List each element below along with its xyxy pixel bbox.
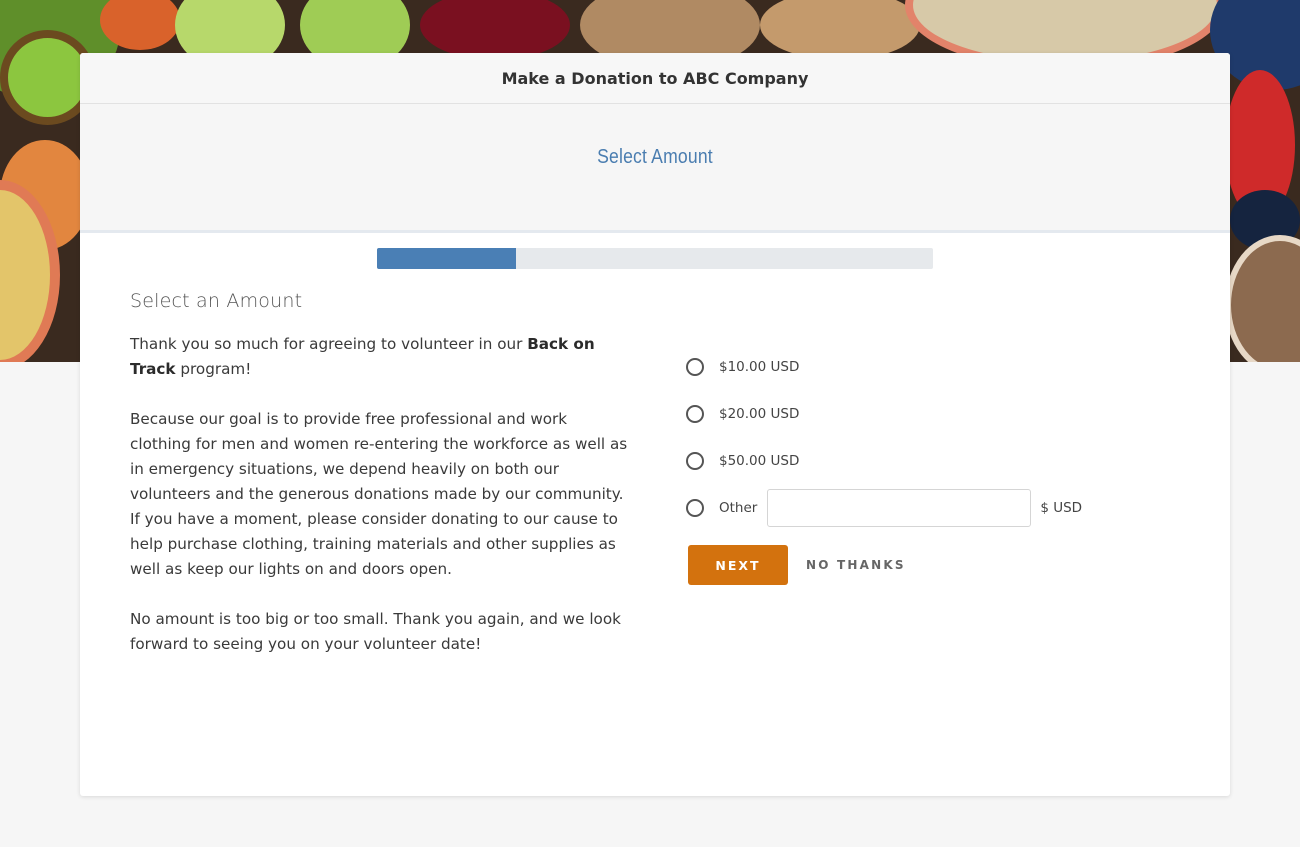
radio-button[interactable] [686, 498, 704, 517]
next-button[interactable]: NEXT [688, 545, 788, 585]
currency-label: $ USD [1040, 499, 1083, 516]
section-title: Select an Amount [130, 290, 303, 312]
card-header: Make a Donation to ABC Company [80, 53, 1230, 104]
donation-card: Make a Donation to ABC Company Select Am… [80, 53, 1230, 796]
intro-text: Thank you so much for agreeing to volunt… [130, 332, 630, 682]
amount-label: $50.00 USD [719, 452, 800, 469]
radio-button[interactable] [686, 357, 704, 376]
amount-label: $10.00 USD [719, 358, 800, 375]
step-title: Select Amount [597, 146, 713, 168]
amount-option-other[interactable]: Other $ USD [686, 484, 1186, 531]
amount-option-20[interactable]: $20.00 USD [686, 390, 1186, 437]
amount-label: $20.00 USD [719, 405, 800, 422]
main-content: Select an Amount Thank you so much for a… [80, 233, 1230, 796]
amount-options: $10.00 USD $20.00 USD $50.00 USD Other $… [686, 343, 1186, 531]
radio-button[interactable] [686, 451, 704, 470]
intro-text-segment: program! [175, 360, 252, 378]
amount-option-10[interactable]: $10.00 USD [686, 343, 1186, 390]
intro-paragraph-2: Because our goal is to provide free prof… [130, 410, 628, 578]
radio-button[interactable] [686, 404, 704, 423]
amount-option-50[interactable]: $50.00 USD [686, 437, 1186, 484]
other-label: Other [719, 499, 758, 516]
page-title: Make a Donation to ABC Company [501, 68, 809, 88]
no-thanks-button[interactable]: NO THANKS [806, 558, 906, 572]
intro-paragraph-3: No amount is too big or too small. Thank… [130, 610, 621, 653]
form-actions: NEXT NO THANKS [688, 545, 906, 585]
other-amount-input[interactable] [767, 488, 1032, 527]
intro-text-segment: Thank you so much for agreeing to volunt… [130, 335, 528, 353]
step-header: Select Amount [80, 104, 1230, 269]
intro-paragraph-1: Thank you so much for agreeing to volunt… [130, 332, 630, 382]
